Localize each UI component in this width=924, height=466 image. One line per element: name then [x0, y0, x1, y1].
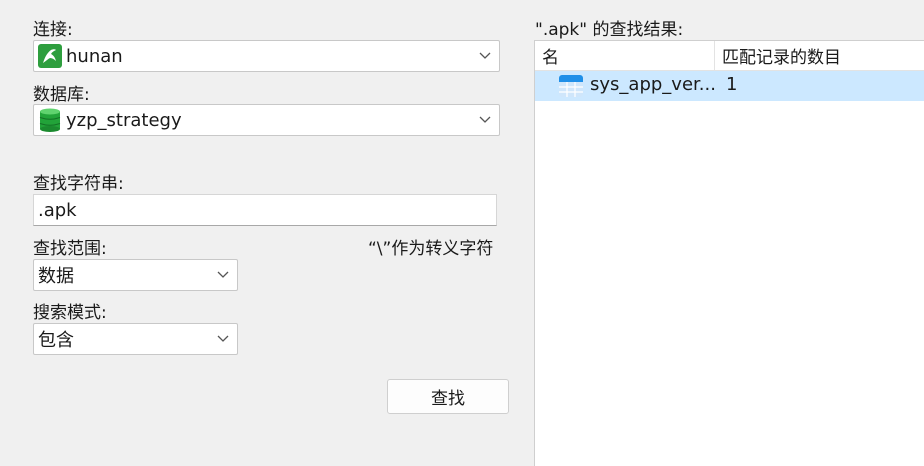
column-header-name[interactable]: 名 [535, 41, 715, 71]
scope-value: 数据 [38, 266, 74, 287]
table-row[interactable]: sys_app_ver... 1 [535, 71, 924, 101]
search-string-label: 查找字符串: [33, 174, 124, 194]
results-table[interactable]: 名 匹配记录的数目 sys_app_ver... 1 [534, 40, 924, 466]
chevron-down-icon [217, 271, 229, 278]
chevron-down-icon [217, 335, 229, 342]
mode-label: 搜索模式: [33, 303, 107, 323]
row-count: 1 [726, 74, 738, 95]
database-value: yzp_strategy [66, 109, 182, 131]
search-string-input[interactable]: .apk [33, 194, 497, 226]
escape-hint: “\”作为转义字符 [368, 239, 494, 259]
database-label: 数据库: [33, 85, 90, 105]
chevron-down-icon [479, 52, 491, 59]
database-select[interactable]: yzp_strategy [33, 104, 500, 136]
find-button[interactable]: 查找 [387, 379, 509, 414]
scope-label: 查找范围: [33, 239, 107, 259]
connection-select[interactable]: hunan [33, 40, 500, 72]
results-title: ".apk" 的查找结果: [535, 20, 684, 40]
mode-value: 包含 [38, 330, 74, 351]
connection-value: hunan [66, 45, 123, 67]
scope-select[interactable]: 数据 [33, 259, 238, 291]
database-icon [39, 108, 61, 132]
row-name: sys_app_ver... [590, 74, 716, 95]
mysql-dolphin-icon [38, 44, 62, 68]
chevron-down-icon [479, 116, 491, 123]
mode-select[interactable]: 包含 [33, 323, 238, 355]
column-header-count[interactable]: 匹配记录的数目 [715, 41, 924, 71]
table-icon [559, 74, 583, 98]
connection-label: 连接: [33, 20, 73, 40]
